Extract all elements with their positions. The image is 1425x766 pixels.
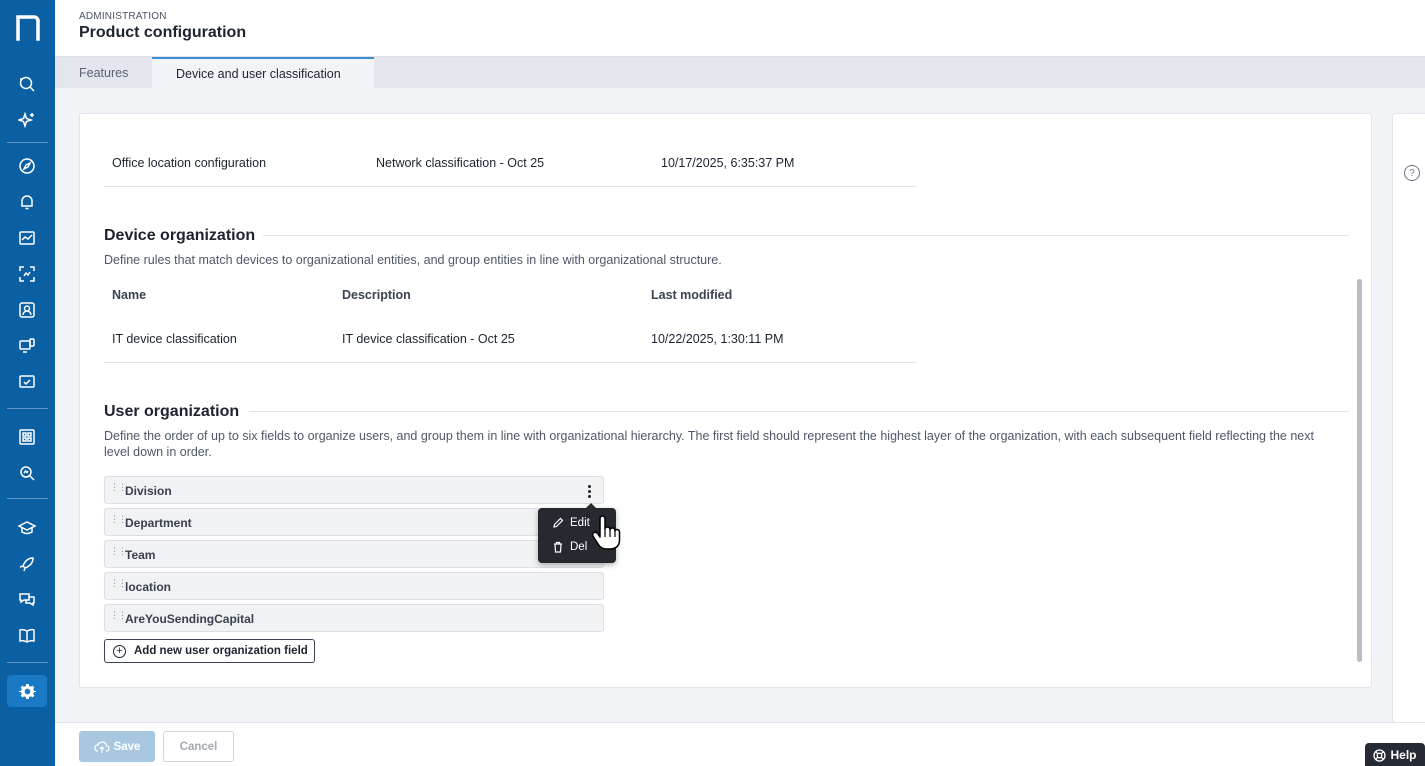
monitor-check-icon[interactable] xyxy=(15,370,39,394)
device-org-description: Define rules that match devices to organ… xyxy=(104,253,722,267)
section-rule xyxy=(249,411,1349,412)
classification-card: Office location configuration Network cl… xyxy=(79,113,1372,688)
search-icon[interactable] xyxy=(15,72,39,96)
breadcrumb: ADMINISTRATION xyxy=(79,11,167,22)
save-button[interactable]: Save xyxy=(79,731,155,762)
chart-icon[interactable] xyxy=(15,226,39,250)
user-org-field[interactable]: ⋮⋮ Department xyxy=(104,508,604,536)
sparkle-icon[interactable] xyxy=(15,108,39,132)
field-label: Department xyxy=(125,516,192,530)
menu-item-edit-label: Edit xyxy=(570,517,590,529)
drag-handle-icon[interactable]: ⋮⋮ xyxy=(110,611,127,620)
lifebuoy-icon xyxy=(1373,748,1387,762)
drag-handle-icon[interactable]: ⋮⋮ xyxy=(110,579,127,588)
menu-item-delete-label: Del xyxy=(570,541,588,553)
device-row-description: IT device classification - Oct 25 xyxy=(342,332,515,346)
question-icon[interactable]: ? xyxy=(1404,165,1420,181)
network-row-description: Network classification - Oct 25 xyxy=(376,156,545,170)
user-org-field[interactable]: ⋮⋮ AreYouSendingCapital xyxy=(104,604,604,632)
plus-circle-icon: + xyxy=(113,644,126,658)
tab-features[interactable]: Features xyxy=(55,57,152,88)
users-search-icon[interactable] xyxy=(15,298,39,322)
drag-handle-icon[interactable]: ⋮⋮ xyxy=(110,483,127,492)
hand-cursor-icon xyxy=(591,515,621,550)
user-org-field[interactable]: ⋮⋮ Team xyxy=(104,540,604,568)
section-rule xyxy=(263,235,1349,236)
menu-item-edit[interactable]: Edit xyxy=(552,514,590,532)
page-title: Product configuration xyxy=(79,24,247,41)
trash-icon xyxy=(554,541,562,553)
field-label: Division xyxy=(125,484,172,498)
education-icon[interactable] xyxy=(15,516,39,540)
nexthink-logo[interactable] xyxy=(14,11,42,41)
pencil-icon xyxy=(553,517,564,528)
device-row-name[interactable]: IT device classification xyxy=(112,332,237,346)
more-options-icon[interactable] xyxy=(581,482,597,500)
scan-icon[interactable] xyxy=(15,262,39,286)
divider xyxy=(104,186,916,187)
chat-icon[interactable] xyxy=(15,588,39,612)
compass-icon[interactable] xyxy=(15,154,39,178)
save-label: Save xyxy=(113,740,141,753)
field-label: location xyxy=(125,580,172,594)
col-last-modified: Last modified xyxy=(651,288,733,302)
drag-handle-icon[interactable]: ⋮⋮ xyxy=(110,547,127,556)
help-label: Help xyxy=(1390,748,1417,762)
scrollbar[interactable] xyxy=(1357,279,1362,662)
page-header: ADMINISTRATION Product configuration xyxy=(55,0,1425,57)
gear-icon[interactable] xyxy=(7,675,47,707)
field-label: Team xyxy=(125,548,156,562)
device-org-title: Device organization xyxy=(104,227,256,244)
sidebar xyxy=(0,0,55,766)
rocket-icon[interactable] xyxy=(15,552,39,576)
user-org-description: Define the order of up to six fields to … xyxy=(104,429,1314,459)
help-button[interactable]: Help xyxy=(1365,743,1425,766)
device-row-modified: 10/22/2025, 1:30:11 PM xyxy=(651,332,784,346)
footer-bar: Save Cancel Help xyxy=(55,722,1425,766)
side-help-panel: ? xyxy=(1392,113,1425,723)
drag-handle-icon[interactable]: ⋮⋮ xyxy=(110,515,127,524)
grid-icon[interactable] xyxy=(15,425,39,449)
col-description: Description xyxy=(342,288,411,302)
network-row-modified: 10/17/2025, 6:35:37 PM xyxy=(661,156,795,170)
cloud-upload-icon xyxy=(93,740,110,753)
tab-device-user-classification[interactable]: Device and user classification xyxy=(152,57,374,88)
network-row-name[interactable]: Office location configuration xyxy=(112,156,266,170)
field-label: AreYouSendingCapital xyxy=(125,612,255,626)
add-user-org-field-button[interactable]: + Add new user organization field xyxy=(104,639,315,663)
user-org-field[interactable]: ⋮⋮ Division xyxy=(104,476,604,504)
devices-icon[interactable] xyxy=(15,334,39,358)
menu-item-delete[interactable]: Del xyxy=(552,538,587,556)
bell-icon[interactable] xyxy=(15,190,39,214)
add-button-label: Add new user organization field xyxy=(134,645,308,657)
book-icon[interactable] xyxy=(15,624,39,648)
col-name: Name xyxy=(112,288,147,302)
tab-bar: Features Device and user classification xyxy=(55,57,1425,88)
cancel-button[interactable]: Cancel xyxy=(163,731,234,762)
user-org-field[interactable]: ⋮⋮ location xyxy=(104,572,604,600)
divider xyxy=(104,362,916,363)
search-analytics-icon[interactable] xyxy=(15,461,39,485)
user-org-title: User organization xyxy=(104,403,240,420)
